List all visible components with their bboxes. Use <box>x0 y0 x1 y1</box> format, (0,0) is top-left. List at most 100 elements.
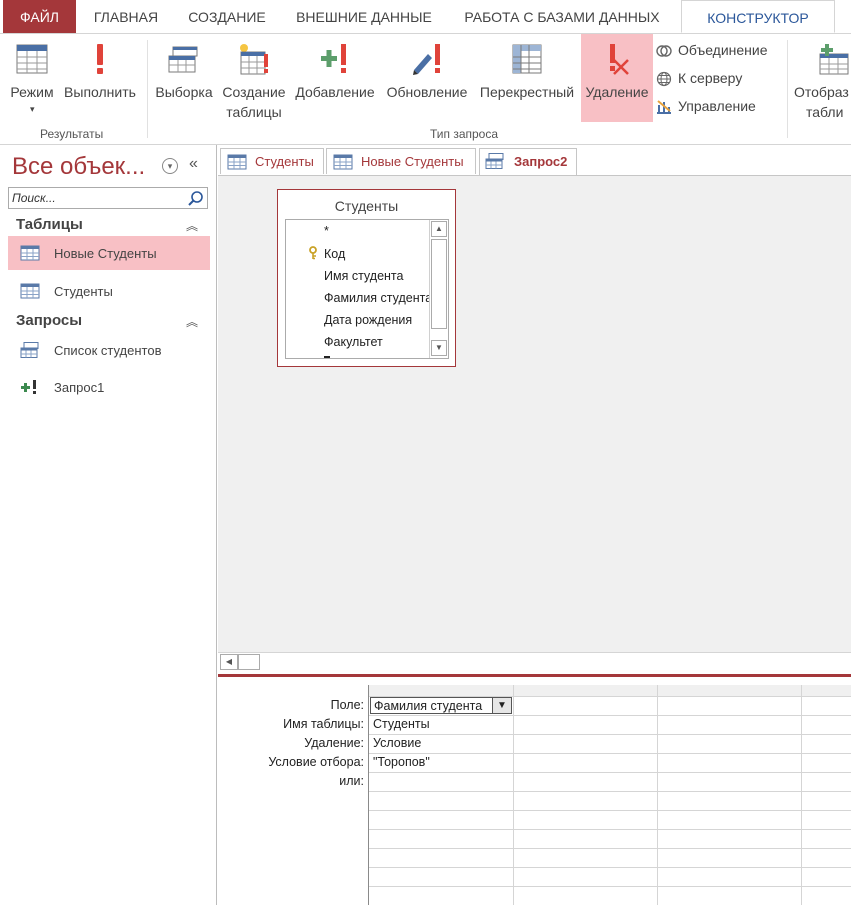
nav-item-student-list[interactable]: Список студентов <box>8 333 210 367</box>
ribbon-separator <box>147 40 148 138</box>
grid-divider <box>369 886 851 887</box>
update-pencil-icon <box>413 44 440 75</box>
nav-item-label: Список студентов <box>54 343 162 358</box>
make-table-label-1: Создание <box>222 84 286 100</box>
tab-create[interactable]: СОЗДАНИЕ <box>174 0 280 33</box>
row-label-table: Имя таблицы: <box>283 717 364 731</box>
show-table-button[interactable]: Отобраз табли <box>791 34 851 122</box>
doc-tab-label: Студенты <box>255 154 314 169</box>
run-label: Выполнить <box>64 84 136 100</box>
grid-divider <box>369 848 851 849</box>
update-query-button[interactable]: Обновление <box>381 34 473 122</box>
show-table-icon <box>819 44 849 75</box>
scroll-down-icon[interactable]: ▼ <box>431 340 447 356</box>
select-query-button[interactable]: Выборка <box>151 34 217 122</box>
field-item-first-name[interactable]: Имя студента <box>324 269 403 283</box>
grid-divider <box>513 685 514 905</box>
append-query-icon <box>21 380 36 394</box>
grid-delete-value[interactable]: Условие <box>373 736 421 750</box>
grid-criteria-value[interactable]: "Торопов" <box>373 755 430 769</box>
field-list-students[interactable]: Студенты * Код Имя студента Фамилия студ… <box>277 189 456 367</box>
doc-tab-students[interactable]: Студенты <box>220 148 324 174</box>
nav-item-query1[interactable]: Запрос1 <box>8 370 210 404</box>
scroll-left-icon[interactable]: ◀ <box>220 654 238 670</box>
grid-row-labels: Поле: Имя таблицы: Удаление: Условие отб… <box>218 696 364 816</box>
field-item-clipped <box>324 356 330 358</box>
field-item-all[interactable]: * <box>324 224 329 238</box>
scroll-up-icon[interactable]: ▲ <box>431 221 447 237</box>
ribbon-separator <box>787 40 788 138</box>
field-item-id[interactable]: Код <box>324 247 345 261</box>
union-rings-icon <box>656 45 672 57</box>
nav-item-label: Новые Студенты <box>54 246 157 261</box>
select-query-icon <box>168 46 198 73</box>
doc-tab-new-students[interactable]: Новые Студенты <box>326 148 476 174</box>
delete-query-button[interactable]: Удаление <box>581 34 653 122</box>
search-icon[interactable] <box>187 190 205 208</box>
ddl-query-button[interactable]: Управление <box>656 95 756 117</box>
scroll-thumb[interactable] <box>238 654 260 670</box>
update-label: Обновление <box>386 84 468 100</box>
grid-field-select[interactable]: Фамилия студента ▼ <box>370 697 512 714</box>
collapse-section-icon[interactable]: ︽ <box>186 217 198 234</box>
chevron-down-icon[interactable]: ▼ <box>492 698 511 713</box>
grid-divider <box>369 867 851 868</box>
tab-database-tools[interactable]: РАБОТА С БАЗАМИ ДАННЫХ <box>448 0 676 33</box>
tab-file[interactable]: ФАЙЛ <box>3 0 76 33</box>
data-definition-icon <box>657 100 671 115</box>
collapse-pane-icon[interactable]: « <box>189 155 198 173</box>
grid-divider <box>368 685 369 905</box>
collapse-section-icon[interactable]: ︽ <box>186 313 198 330</box>
grid-table-value[interactable]: Студенты <box>373 717 430 731</box>
field-list-title[interactable]: Студенты <box>278 198 455 214</box>
show-table-label-2: табли <box>806 104 844 120</box>
grid-divider <box>369 829 851 830</box>
scroll-thumb[interactable] <box>431 239 447 329</box>
field-item-birth-date[interactable]: Дата рождения <box>324 313 412 327</box>
table-icon <box>20 283 40 299</box>
designer-horizontal-scrollbar[interactable]: ◀ <box>218 652 851 671</box>
field-item-last-name[interactable]: Фамилия студента <box>324 291 432 305</box>
union-query-button[interactable]: Объединение <box>656 39 768 61</box>
view-button[interactable]: Режим ▾ <box>4 34 60 122</box>
grid-divider <box>369 715 851 716</box>
append-query-button[interactable]: Добавление <box>291 34 379 122</box>
nav-search-box[interactable]: Поиск... <box>8 187 208 209</box>
nav-pane-title[interactable]: Все объек... <box>12 153 145 181</box>
nav-item-label: Запрос1 <box>54 380 105 395</box>
crosstab-icon <box>512 44 542 74</box>
tab-home[interactable]: ГЛАВНАЯ <box>80 0 172 33</box>
query-design-grid: Поле: Имя таблицы: Удаление: Условие отб… <box>218 674 851 905</box>
nav-item-new-students[interactable]: Новые Студенты <box>8 236 210 270</box>
tab-external-data[interactable]: ВНЕШНИЕ ДАННЫЕ <box>282 0 446 33</box>
nav-menu-dropdown-icon[interactable]: ▾ <box>162 158 178 174</box>
grid-column-selector-row[interactable] <box>369 685 851 697</box>
field-list-scrollbar[interactable]: ▲ ▼ <box>429 220 448 358</box>
doc-tab-query2[interactable]: Запрос2 <box>479 148 577 176</box>
make-table-button[interactable]: Создание таблицы <box>218 34 290 122</box>
doc-tab-label: Запрос2 <box>514 154 568 169</box>
grid-divider <box>369 772 851 773</box>
delete-label: Удаление <box>585 84 649 100</box>
make-table-label-2: таблицы <box>226 104 282 120</box>
crosstab-label: Перекрестный <box>479 84 575 100</box>
append-label: Добавление <box>295 84 375 100</box>
tab-design[interactable]: КОНСТРУКТОР <box>681 0 835 33</box>
passthrough-query-button[interactable]: К серверу <box>656 67 742 89</box>
ribbon-tab-bar: ФАЙЛ ГЛАВНАЯ СОЗДАНИЕ ВНЕШНИЕ ДАННЫЕ РАБ… <box>0 0 851 34</box>
grid-divider <box>369 753 851 754</box>
nav-section-queries[interactable]: Запросы <box>16 312 82 329</box>
crosstab-query-button[interactable]: Перекрестный <box>475 34 579 122</box>
table-icon <box>333 154 353 170</box>
ddl-label: Управление <box>678 98 756 114</box>
field-list-body: * Код Имя студента Фамилия студента Дата… <box>285 219 449 359</box>
run-button[interactable]: Выполнить <box>60 34 140 122</box>
make-table-icon <box>240 44 268 75</box>
exclamation-icon <box>97 44 103 74</box>
query-type-group-label: Тип запроса <box>430 127 499 141</box>
nav-item-students[interactable]: Студенты <box>8 274 210 308</box>
table-icon <box>227 154 247 170</box>
field-item-faculty[interactable]: Факультет <box>324 335 383 349</box>
search-input[interactable]: Поиск... <box>12 191 56 205</box>
nav-section-tables[interactable]: Таблицы <box>16 216 83 233</box>
